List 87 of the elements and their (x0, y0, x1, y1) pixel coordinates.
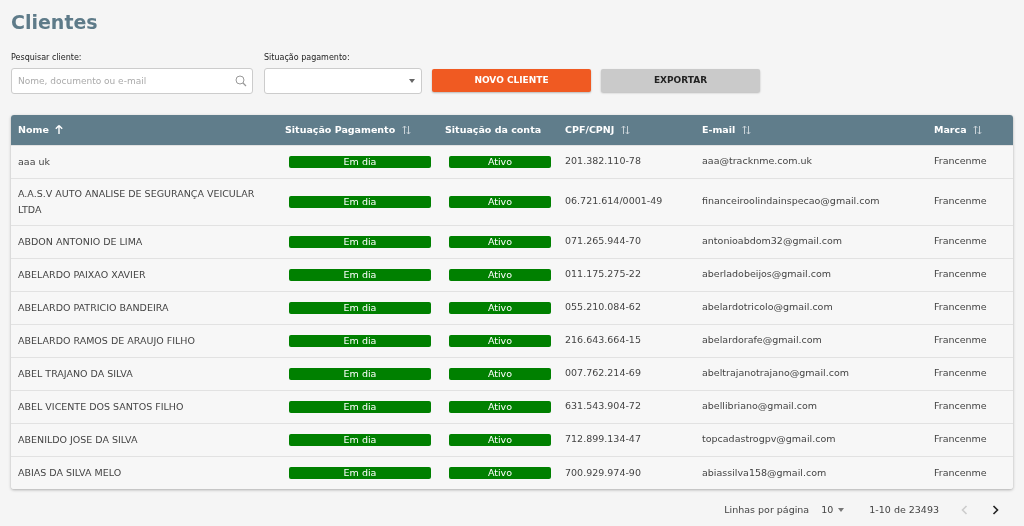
brand-name: Francenme (934, 367, 987, 379)
brand-name: Francenme (934, 155, 987, 167)
brand-name: Francenme (934, 195, 987, 207)
account-status-badge: Ativo (449, 466, 551, 479)
document-number: 071.265.944-70 (565, 235, 641, 247)
client-email: financeiroolindainspecao@gmail.com (702, 195, 880, 207)
sort-icon (741, 124, 751, 135)
payment-status-badge: Em dia (289, 433, 431, 446)
document-number: 007.762.214-69 (565, 367, 641, 379)
payment-status-badge: Em dia (289, 400, 431, 413)
account-status-badge: Ativo (449, 268, 551, 281)
brand-name: Francenme (934, 433, 987, 445)
column-header[interactable]: Situação da conta (438, 115, 558, 145)
payment-status-badge: Em dia (289, 268, 431, 281)
account-status-badge: Ativo (449, 195, 551, 208)
client-email: aaa@tracknme.com.uk (702, 155, 813, 167)
client-name: ABIAS DA SILVA MELO (18, 465, 123, 480)
column-header[interactable]: Situação Pagamento (278, 115, 438, 145)
chevron-left-icon (961, 505, 968, 515)
brand-name: Francenme (934, 334, 987, 346)
document-number: 055.210.084-62 (565, 301, 641, 313)
field-label: Situação pagamento: (264, 52, 351, 64)
export-button[interactable]: EXPORTAR (601, 69, 760, 92)
client-email: abeltrajanotrajano@gmail.com (702, 367, 850, 379)
client-email: abellibriano@gmail.com (702, 400, 818, 412)
document-number: 700.929.974-90 (565, 466, 641, 478)
client-email: antonioabdom32@gmail.com (702, 235, 843, 247)
rows-per-page-label: Linhas por página (724, 502, 810, 517)
document-number: 631.543.904-72 (565, 400, 641, 412)
sort-icon (401, 124, 411, 135)
payment-status-badge: Em dia (289, 235, 431, 248)
brand-name: Francenme (934, 301, 987, 313)
account-status-badge: Ativo (449, 367, 551, 380)
client-email: abiassilva158@gmail.com (702, 466, 827, 478)
client-email: abelardorafe@gmail.com (702, 334, 822, 346)
page-title: Clientes (11, 10, 99, 34)
client-name: ABDON ANTONIO DE LIMA (18, 234, 144, 249)
brand-name: Francenme (934, 400, 987, 412)
payment-status-badge: Em dia (289, 367, 431, 380)
account-status-badge: Ativo (449, 400, 551, 413)
client-name: ABENILDO JOSE DA SILVA (18, 432, 139, 447)
payment-status-badge: Em dia (289, 155, 431, 168)
column-header[interactable]: Marca (927, 115, 1013, 145)
payment-status-badge: Em dia (289, 301, 431, 314)
rows-per-page-select[interactable]: 10 (821, 502, 845, 518)
client-name: ABELARDO PAIXAO XAVIER (18, 267, 147, 282)
client-name: ABEL TRAJANO DA SILVA (18, 366, 134, 381)
column-header[interactable]: CPF/CPNJ (558, 115, 695, 145)
field-label: Pesquisar cliente: (11, 52, 83, 64)
document-number: 201.382.110-78 (565, 155, 641, 167)
client-name: A.A.S.V AUTO ANALISE DE SEGURANÇA VEICULAR LTDA (18, 186, 256, 217)
caret-icon (409, 79, 415, 83)
chevron-right-icon (992, 505, 999, 515)
client-name: ABEL VICENTE DOS SANTOS FILHO (18, 399, 185, 414)
page-range: 1-10 de 23493 (869, 502, 939, 517)
account-status-badge: Ativo (449, 334, 551, 347)
caret-icon (838, 508, 845, 512)
document-number: 011.175.275-22 (565, 268, 641, 280)
payment-status-select[interactable] (264, 68, 422, 94)
column-header[interactable]: Nome (11, 115, 278, 145)
payment-status-badge: Em dia (289, 466, 431, 479)
document-number: 06.721.614/0001-49 (565, 195, 663, 207)
new-client-button[interactable]: NOVO CLIENTE (432, 69, 591, 92)
brand-name: Francenme (934, 268, 987, 280)
account-status-badge: Ativo (449, 235, 551, 248)
document-number: 216.643.664-15 (565, 334, 641, 346)
payment-status-badge: Em dia (289, 195, 431, 208)
account-status-badge: Ativo (449, 301, 551, 314)
brand-name: Francenme (934, 235, 987, 247)
client-email: abelardotricolo@gmail.com (702, 301, 833, 313)
client-name: ABELARDO PATRICIO BANDEIRA (18, 300, 170, 315)
sort-icon (972, 124, 982, 135)
client-name: ABELARDO RAMOS DE ARAUJO FILHO (18, 333, 196, 348)
search-icon (235, 75, 247, 87)
client-email: aberladobeijos@gmail.com (702, 268, 831, 280)
client-name: aaa uk (18, 154, 51, 169)
search-field[interactable]: Nome, documento ou e-mail (11, 68, 253, 94)
payment-status-badge: Em dia (289, 334, 431, 347)
account-status-badge: Ativo (449, 155, 551, 168)
document-number: 712.899.134-47 (565, 433, 641, 445)
next-page-button[interactable] (992, 505, 999, 515)
brand-name: Francenme (934, 466, 987, 478)
sort-icon (620, 124, 630, 135)
account-status-badge: Ativo (449, 433, 551, 446)
client-email: topcadastrogpv@gmail.com (702, 433, 836, 445)
sort-arrow-icon (55, 124, 64, 134)
column-header[interactable]: E-mail (695, 115, 927, 145)
